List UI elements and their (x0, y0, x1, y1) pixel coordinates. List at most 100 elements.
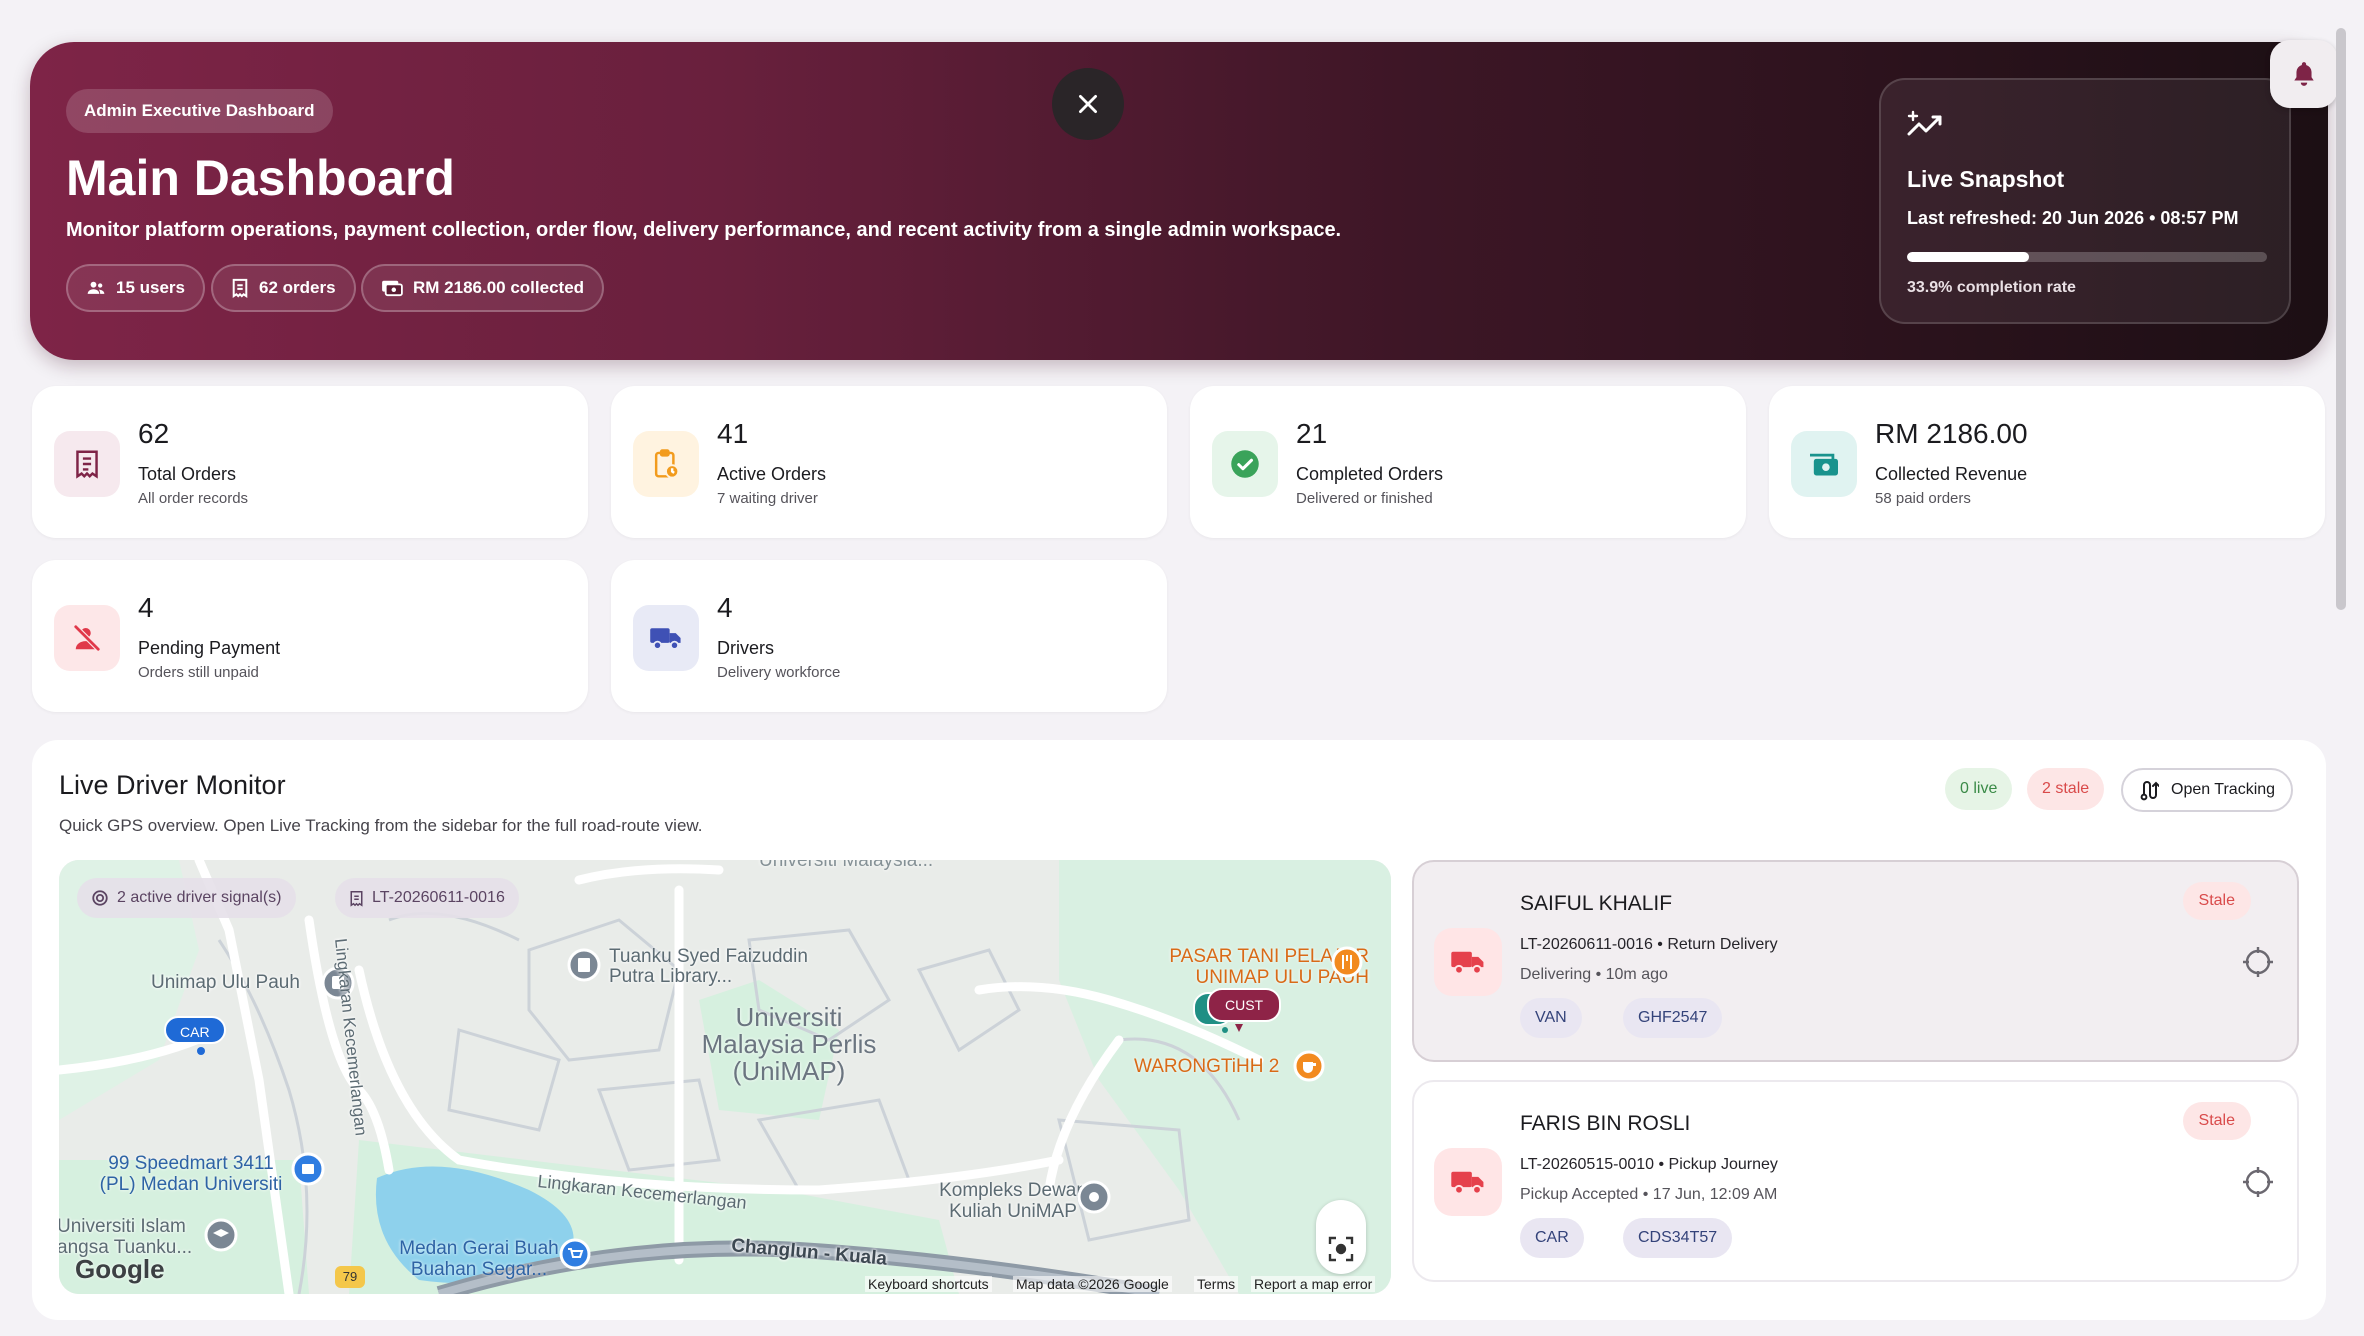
driver-map[interactable]: 2 active driver signal(s) LT-20260611-00… (59, 860, 1391, 1294)
map-label-speedmart-2: (PL) Medan Universiti (99, 1174, 283, 1195)
users-icon (86, 278, 106, 298)
stat-subtext: 7 waiting driver (717, 490, 818, 507)
map-label-medan-1: Medan Gerai Buah (399, 1238, 559, 1259)
car-driver-marker[interactable]: CAR (164, 1016, 226, 1044)
library-pin-icon (567, 948, 601, 982)
route-shield: 79 (335, 1266, 365, 1288)
cash-icon (1791, 431, 1857, 497)
stat-subtext: 58 paid orders (1875, 490, 1971, 507)
stat-card-completed-orders[interactable]: 21 Completed Orders Delivered or finishe… (1190, 386, 1746, 538)
vehicle-type-tag: CAR (1520, 1218, 1584, 1258)
stat-value: 4 (717, 592, 733, 623)
users-chip-label: 15 users (116, 278, 185, 297)
stat-value: RM 2186.00 (1875, 418, 2028, 449)
stat-subtext: Delivery workforce (717, 664, 841, 681)
customer-marker[interactable]: CUST (1207, 988, 1282, 1022)
plate-number-tag: CDS34T57 (1623, 1218, 1733, 1258)
car-marker-dot (196, 1046, 206, 1056)
map-footer-report[interactable]: Report a map error (1251, 1276, 1376, 1292)
collected-chip-label: RM 2186.00 collected (413, 278, 585, 297)
customer-marker-pin (1219, 1022, 1245, 1038)
stat-label: Collected Revenue (1875, 464, 2028, 484)
hero-description: Monitor platform operations, payment col… (66, 219, 1342, 241)
receipt-icon (231, 278, 249, 298)
driver-status-text: Delivering • 10m ago (1520, 966, 1668, 983)
map-label-university-top: Universiti Malaysia... (759, 860, 934, 871)
stat-label: Pending Payment (138, 638, 281, 658)
stat-card-drivers[interactable]: 4 Drivers Delivery workforce (611, 560, 1167, 712)
truck-icon (633, 605, 699, 671)
stat-label: Active Orders (717, 464, 827, 484)
university-pin-icon (204, 1218, 238, 1252)
map-label-islam-1: Universiti Islam (59, 1216, 186, 1237)
truck-icon (1434, 928, 1502, 996)
completion-progress-bar (1907, 252, 2267, 262)
map-locate-button[interactable] (1316, 1200, 1366, 1274)
stat-value: 41 (717, 418, 749, 449)
locate-driver-icon[interactable] (2241, 1165, 2275, 1199)
open-tracking-button[interactable]: Open Tracking (2121, 768, 2294, 812)
shop-pin-icon (291, 1152, 325, 1186)
driver-card[interactable]: SAIFUL KHALIF LT-20260611-0016 • Return … (1412, 860, 2299, 1062)
stat-subtext: Delivered or finished (1296, 490, 1433, 507)
open-tracking-label: Open Tracking (2171, 781, 2276, 798)
close-icon (1075, 91, 1101, 117)
active-signals-chip: 2 active driver signal(s) (77, 878, 296, 918)
monitor-description: Quick GPS overview. Open Live Tracking f… (59, 816, 703, 835)
stale-badge: Stale (2182, 1102, 2251, 1140)
map-footer-shortcuts[interactable]: Keyboard shortcuts (865, 1276, 992, 1292)
stat-value: 4 (138, 592, 154, 623)
map-footer-terms[interactable]: Terms (1194, 1276, 1239, 1292)
no-payment-icon (54, 605, 120, 671)
map-label-speedmart: 99 Speedmart 3411 (PL) Medan Universiti (81, 1153, 301, 1195)
map-label-unimap: Universiti Malaysia Perlis (UniMAP) (619, 1004, 959, 1085)
order-chip: LT-20260611-0016 (335, 878, 519, 918)
map-label-warong: WARONGTiHH 2 (1134, 1056, 1280, 1077)
vehicle-type-tag: VAN (1520, 998, 1582, 1038)
driver-order-info: LT-20260611-0016 • Return Delivery (1520, 936, 1778, 953)
collected-chip: RM 2186.00 collected (361, 264, 605, 312)
locate-driver-icon[interactable] (2241, 945, 2275, 979)
kompleks-pin-icon (1077, 1180, 1111, 1214)
stat-value: 62 (138, 418, 170, 449)
plate-number-tag: GHF2547 (1623, 998, 1723, 1038)
snapshot-title: Live Snapshot (1907, 166, 2065, 192)
receipt-icon (54, 431, 120, 497)
restaurant-pin-icon (1331, 946, 1363, 978)
map-footer-data: Map data ©2026 Google (1013, 1276, 1172, 1292)
route-icon (2139, 779, 2159, 801)
check-circle-icon (1212, 431, 1278, 497)
driver-card[interactable]: FARIS BIN ROSLI LT-20260515-0010 • Picku… (1412, 1080, 2299, 1282)
page-title: Main Dashboard (66, 150, 455, 206)
map-label-medan-2: Buahan Segar... (410, 1259, 548, 1280)
stale-count-badge: 2 stale (2027, 768, 2105, 810)
live-driver-monitor: Live Driver Monitor Quick GPS overview. … (32, 740, 2326, 1320)
live-snapshot-panel: Live Snapshot Last refreshed: 20 Jun 202… (1879, 78, 2291, 324)
orders-chip-label: 62 orders (259, 278, 336, 297)
order-chip-label: LT-20260611-0016 (372, 889, 505, 906)
map-label-islam: Universiti Islam angsa Tuanku... (59, 1216, 192, 1258)
target-icon (91, 889, 109, 907)
stat-subtext: Orders still unpaid (138, 664, 259, 681)
driver-order-info: LT-20260515-0010 • Pickup Journey (1520, 1156, 1778, 1173)
map-label-library-1: Tuanku Syed Faizuddin (609, 946, 808, 967)
focus-icon (1328, 1236, 1354, 1262)
close-button[interactable] (1052, 68, 1124, 140)
stat-card-total-orders[interactable]: 62 Total Orders All order records (32, 386, 588, 538)
stat-card-collected-revenue[interactable]: RM 2186.00 Collected Revenue 58 paid ord… (1769, 386, 2325, 538)
receipt-icon (349, 890, 364, 907)
page-scrollbar[interactable] (2336, 28, 2346, 610)
map-label-pasar-tani: PASAR TANI PELAJAR UNIMAP ULU PAUH (1099, 946, 1369, 988)
map-label-unimap-1: Universiti (735, 1002, 843, 1032)
orders-chip: 62 orders (211, 264, 356, 312)
stat-card-active-orders[interactable]: 41 Active Orders 7 waiting driver (611, 386, 1167, 538)
stat-label: Drivers (717, 638, 774, 658)
hero-badge: Admin Executive Dashboard (66, 89, 333, 133)
stat-value: 21 (1296, 418, 1328, 449)
map-label-unimap-3: (UniMAP) (732, 1056, 846, 1086)
map-label-unimap-2: Malaysia Perlis (701, 1029, 877, 1059)
stat-card-pending-payment[interactable]: 4 Pending Payment Orders still unpaid (32, 560, 588, 712)
map-label-speedmart-1: 99 Speedmart 3411 (108, 1153, 274, 1174)
notifications-button[interactable] (2270, 40, 2338, 108)
map-label-library-2: Putra Library... (609, 966, 733, 987)
